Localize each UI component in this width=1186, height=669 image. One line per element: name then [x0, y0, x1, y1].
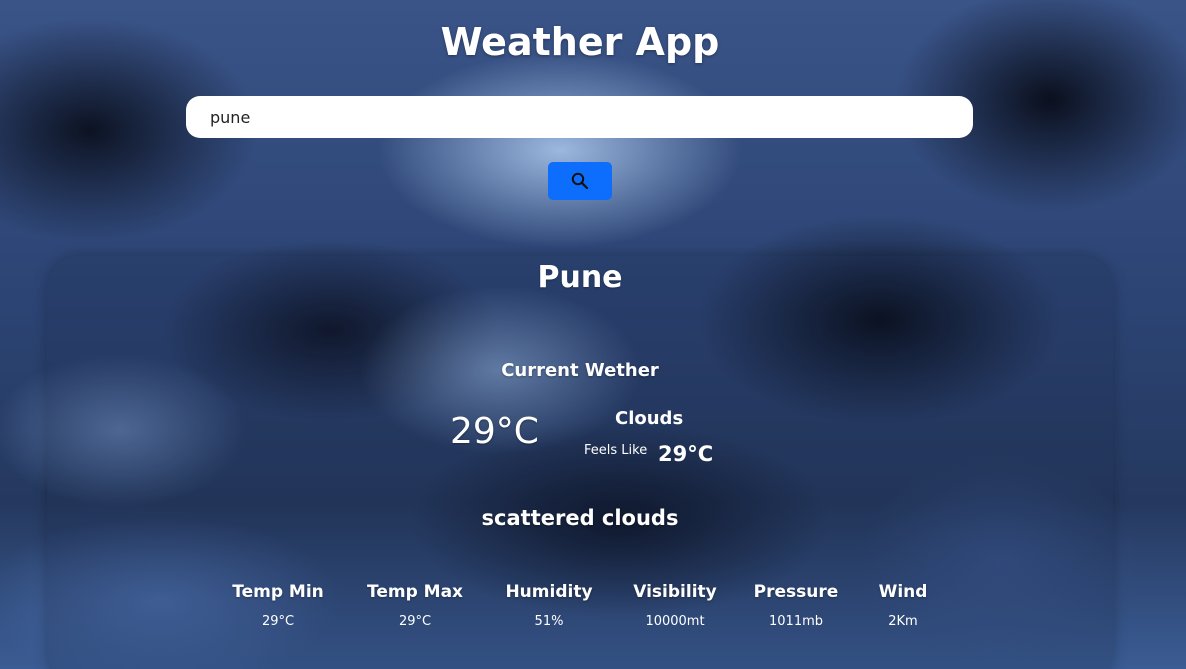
weather-stats: Temp Min 29°C Temp Max 29°C Humidity 51%… [0, 580, 1186, 640]
stat-label: Visibility [633, 582, 717, 602]
stat-label: Temp Min [232, 582, 324, 602]
stat-label: Humidity [505, 582, 593, 602]
stat-label: Temp Max [366, 582, 464, 602]
stat-wind: Wind 2Km [833, 580, 973, 631]
stat-visibility: Visibility 10000mt [605, 580, 745, 631]
stat-label: Wind [878, 582, 928, 602]
stat-value: 51% [534, 614, 564, 629]
city-name: Pune [537, 260, 623, 295]
stat-humidity: Humidity 51% [479, 580, 619, 631]
feels-like-value: 29°C [658, 442, 714, 466]
current-temperature: 29°C [450, 411, 539, 452]
current-weather-label: Current Wether [501, 360, 659, 381]
search-icon [571, 172, 589, 190]
feels-like-label: Feels Like [584, 443, 648, 458]
stat-value: 2Km [888, 614, 918, 629]
stat-temp-min: Temp Min 29°C [208, 580, 348, 631]
weather-condition: Clouds [615, 408, 684, 429]
weather-description: scattered clouds [481, 506, 679, 530]
stat-value: 29°C [398, 614, 432, 629]
city-search-input[interactable] [186, 96, 973, 138]
stat-temp-max: Temp Max 29°C [345, 580, 485, 631]
app-title: Weather App [440, 20, 720, 64]
stat-value: 29°C [261, 614, 295, 629]
search-button[interactable] [548, 162, 612, 200]
stat-value: 10000mt [645, 614, 705, 629]
